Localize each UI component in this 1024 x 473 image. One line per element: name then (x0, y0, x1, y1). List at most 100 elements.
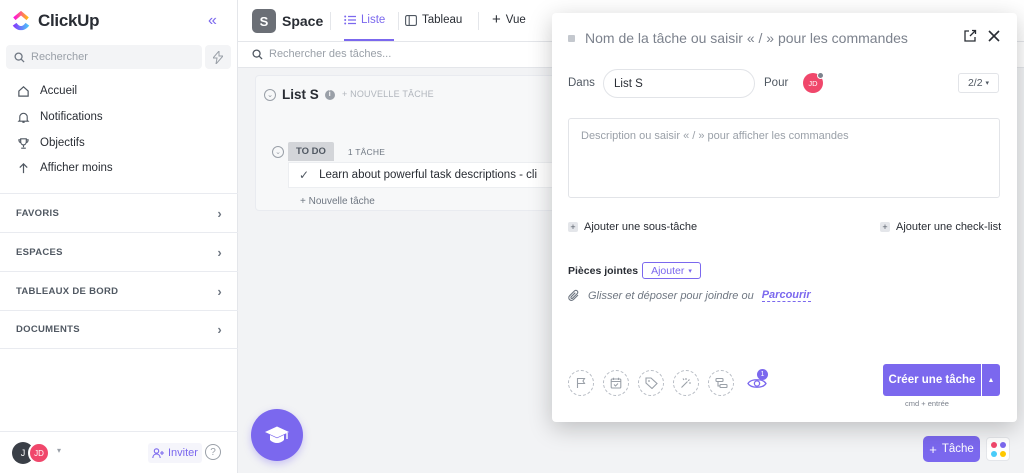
invite-label: Inviter (168, 447, 198, 459)
add-subtask-button[interactable]: + Ajouter une sous-tâche (568, 221, 697, 233)
status-dot (817, 72, 824, 79)
add-attachment-button[interactable]: Ajouter ▾ (642, 262, 701, 279)
section-label: FAVORIS (16, 207, 60, 219)
count-value: 2/2 (967, 77, 983, 89)
search-icon (14, 51, 25, 63)
browse-link[interactable]: Parcourir (761, 289, 811, 302)
attachments-label: Pièces jointes (568, 265, 639, 277)
space-avatar[interactable]: S (252, 9, 276, 33)
priority-flag-icon[interactable] (568, 370, 594, 396)
plus-icon: + (568, 222, 578, 232)
task-title[interactable]: Learn about powerful task descriptions -… (319, 169, 537, 181)
home-icon (16, 84, 30, 98)
sidebar-item-objectifs[interactable]: Objectifs (16, 136, 85, 150)
task-button-label: Tâche (941, 443, 974, 455)
open-fullscreen-icon[interactable] (962, 28, 978, 44)
add-label: Ajouter (651, 264, 685, 277)
section-documents[interactable]: DOCUMENTS › (0, 310, 238, 349)
drop-text: Glisser et déposer pour joindre ou (588, 289, 754, 302)
new-task-button[interactable]: + Tâche (923, 436, 980, 462)
sidebar-search-input[interactable]: Rechercher (6, 45, 202, 69)
task-search-input[interactable]: Rechercher des tâches... (252, 48, 391, 60)
learning-center-button[interactable] (251, 409, 303, 461)
status-badge[interactable]: TO DO (288, 142, 334, 161)
search-placeholder: Rechercher (31, 51, 88, 63)
due-date-calendar-icon[interactable] (603, 370, 629, 396)
attachment-dropzone[interactable]: Glisser et déposer pour joindre ou Parco… (568, 289, 811, 302)
collapse-circle-icon[interactable]: ⌄ (272, 145, 284, 158)
section-label: ESPACES (16, 246, 63, 258)
section-label: DOCUMENTS (16, 324, 80, 335)
app-logo[interactable]: ClickUp (10, 10, 100, 32)
section-tableaux-de-bord[interactable]: TABLEAUX DE BORD › (0, 271, 238, 310)
keyboard-hint: cmd + entrée (905, 399, 949, 408)
for-label: Pour (764, 77, 789, 89)
sidebar-item-notifications[interactable]: Notifications (16, 110, 103, 124)
add-subtask-label: Ajouter une sous-tâche (584, 221, 698, 233)
list-icon (344, 15, 356, 25)
add-checklist-button[interactable]: + Ajouter une check-list (880, 221, 1001, 233)
description-field[interactable]: Description ou saisir « / » pour affiche… (568, 118, 1000, 198)
description-placeholder: Description ou saisir « / » pour affiche… (581, 130, 849, 142)
dot (999, 450, 1006, 457)
custom-fields-wand-icon[interactable] (673, 370, 699, 396)
add-view-button[interactable]: + Vue (492, 12, 526, 27)
nav-label: Objectifs (40, 137, 85, 149)
create-task-button[interactable]: Créer une tâche (883, 364, 981, 396)
dot (990, 441, 997, 448)
task-name-input[interactable]: Nom de la tâche ou saisir « / » pour les… (568, 30, 908, 46)
task-type-select[interactable]: 2/2 ▾ (958, 73, 999, 93)
invite-button[interactable]: Inviter (148, 443, 202, 463)
dot (999, 441, 1006, 448)
section-favoris[interactable]: FAVORIS › (0, 193, 238, 232)
chevron-right-icon: › (217, 283, 222, 299)
status-group-header: ⌄ TO DO 1 TÂCHE (272, 142, 385, 161)
watchers-count-badge: 1 (757, 369, 768, 380)
sidebar: ClickUp « Rechercher Accueil Notificatio… (0, 0, 238, 473)
info-icon[interactable]: i (324, 89, 335, 100)
chevron-right-icon: › (217, 205, 222, 221)
status-square-icon[interactable] (568, 34, 575, 42)
user-avatar[interactable]: JD (28, 442, 50, 464)
caret-down-icon[interactable]: ▾ (57, 446, 61, 455)
tab-liste[interactable]: Liste (344, 14, 385, 26)
sidebar-footer: J JD ▾ Inviter ? (0, 431, 238, 473)
nav-label: Afficher moins (40, 162, 113, 174)
divider (478, 12, 479, 30)
space-title[interactable]: Space (282, 13, 323, 29)
check-icon[interactable]: ✓ (299, 168, 309, 182)
add-task-button[interactable]: + Nouvelle tâche (300, 196, 375, 207)
list-selector[interactable]: List S (603, 69, 755, 98)
dependencies-icon[interactable] (708, 370, 734, 396)
list-group: ⌄ List S i + NOUVELLE TÂCHE ⌄ TO DO 1 TÂ… (255, 75, 576, 211)
tab-tableau[interactable]: Tableau (405, 14, 462, 26)
create-options-caret-icon[interactable]: ▲ (982, 364, 1000, 396)
help-icon[interactable]: ? (205, 444, 221, 460)
bell-icon (16, 110, 30, 124)
section-espaces[interactable]: ESPACES › (0, 232, 238, 271)
sidebar-item-afficher-moins[interactable]: Afficher moins (16, 161, 113, 175)
board-icon (405, 14, 417, 26)
tag-icon[interactable] (638, 370, 664, 396)
task-count: 1 TÂCHE (347, 146, 386, 157)
collapse-sidebar-icon[interactable]: « (208, 12, 217, 30)
tab-label: Tableau (422, 14, 463, 26)
table-row[interactable]: ✓ Learn about powerful task descriptions… (288, 162, 576, 188)
plus-icon: + (929, 441, 937, 457)
section-label: TABLEAUX DE BORD (16, 285, 119, 297)
collapse-circle-icon[interactable]: ⌄ (264, 88, 276, 101)
chevron-right-icon: › (217, 322, 222, 337)
search-icon (252, 48, 263, 60)
graduation-cap-icon (265, 426, 289, 443)
apps-grid-icon[interactable] (986, 437, 1010, 461)
paperclip-icon (568, 289, 579, 301)
list-header[interactable]: ⌄ List S i (264, 87, 335, 102)
new-task-link[interactable]: + NOUVELLE TÂCHE (342, 89, 434, 99)
sidebar-item-accueil[interactable]: Accueil (16, 84, 77, 98)
tab-label: Vue (505, 14, 526, 26)
close-icon[interactable] (986, 28, 1002, 44)
caret-down-icon: ▾ (985, 80, 990, 87)
list-title: List S (282, 87, 319, 102)
app-name: ClickUp (38, 11, 100, 30)
quick-actions-bolt-icon[interactable] (205, 45, 231, 69)
